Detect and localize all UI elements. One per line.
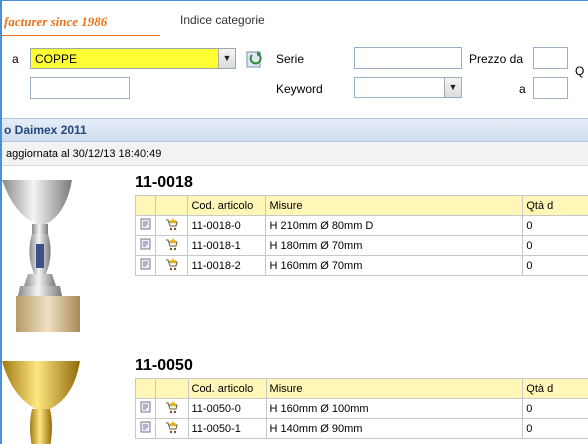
col-code: Cod. articolo [187, 378, 267, 399]
silver-trophy-image [2, 180, 80, 332]
document-icon[interactable] [134, 255, 157, 276]
variant-code: 11-0018-1 [187, 235, 267, 256]
catalog-section-bar: o Daimex 2011 [2, 118, 588, 142]
document-icon[interactable] [134, 418, 157, 439]
product-variants-table: Cod. articolo Misure Qtà d 11-0018-0 H 2… [134, 195, 588, 276]
col-measures: Misure [265, 378, 524, 399]
code-input[interactable] [30, 77, 130, 99]
col-qty: Qtà d [522, 378, 588, 399]
variant-measures: H 210mm Ø 80mm D [265, 215, 524, 236]
variant-code: 11-0050-0 [187, 398, 267, 419]
category-index-link[interactable]: Indice categorie [180, 13, 265, 27]
category-label: a [12, 52, 19, 66]
chevron-down-icon[interactable]: ▼ [218, 49, 235, 68]
variant-code: 11-0018-0 [187, 215, 267, 236]
cart-add-icon[interactable] [155, 235, 189, 256]
app-frame: facturer since 1986 Indice categorie a C… [0, 0, 588, 444]
chevron-down-icon[interactable]: ▼ [444, 78, 461, 97]
price-to-input[interactable] [533, 77, 568, 99]
col-code: Cod. articolo [187, 195, 267, 216]
col-measures: Misure [265, 195, 524, 216]
catalog-section-title: o Daimex 2011 [4, 123, 87, 137]
variant-qty: 0 [522, 215, 588, 236]
variant-measures: H 140mm Ø 90mm [265, 418, 524, 439]
serie-input[interactable] [354, 47, 462, 69]
table-row: 11-0050-1 H 140mm Ø 90mm 0 [134, 418, 588, 439]
category-select-value: COPPE [35, 52, 78, 66]
refresh-icon[interactable] [245, 49, 265, 69]
variant-qty: 0 [522, 255, 588, 276]
last-update-text: aggiornata al 30/12/13 18:40:49 [2, 142, 588, 166]
variant-measures: H 160mm Ø 70mm [265, 255, 524, 276]
variant-measures: H 180mm Ø 70mm [265, 235, 524, 256]
col-qty: Qtà d [522, 195, 588, 216]
variant-code: 11-0050-1 [187, 418, 267, 439]
product-variants-table: Cod. articolo Misure Qtà d 11-0050-0 H 1… [134, 378, 588, 439]
qty-label: Q [575, 64, 585, 78]
table-header-row: Cod. articolo Misure Qtà d [134, 195, 588, 216]
document-icon[interactable] [134, 235, 157, 256]
variant-qty: 0 [522, 418, 588, 439]
price-to-label: a [519, 82, 526, 96]
keyword-label: Keyword [276, 82, 323, 96]
category-select[interactable]: COPPE ▼ [30, 48, 236, 69]
cart-add-icon[interactable] [155, 418, 189, 439]
gold-trophy-image [2, 361, 80, 444]
price-from-input[interactable] [533, 47, 568, 69]
cart-add-icon[interactable] [155, 255, 189, 276]
product-title: 11-0050 [135, 357, 193, 374]
cart-add-icon[interactable] [155, 215, 189, 236]
table-row: 11-0018-0 H 210mm Ø 80mm D 0 [134, 215, 588, 236]
table-row: 11-0018-2 H 160mm Ø 70mm 0 [134, 255, 588, 276]
table-row: 11-0018-1 H 180mm Ø 70mm 0 [134, 235, 588, 256]
document-icon[interactable] [134, 215, 157, 236]
product-title: 11-0018 [135, 174, 193, 191]
price-from-label: Prezzo da [469, 52, 524, 66]
variant-measures: H 160mm Ø 100mm [265, 398, 524, 419]
keyword-select[interactable]: ▼ [354, 77, 462, 98]
serie-label: Serie [276, 52, 305, 66]
table-row: 11-0050-0 H 160mm Ø 100mm 0 [134, 398, 588, 419]
variant-code: 11-0018-2 [187, 255, 267, 276]
variant-qty: 0 [522, 235, 588, 256]
cart-add-icon[interactable] [155, 398, 189, 419]
document-icon[interactable] [134, 398, 157, 419]
brand-tagline: facturer since 1986 [2, 14, 160, 36]
table-header-row: Cod. articolo Misure Qtà d [134, 378, 588, 399]
variant-qty: 0 [522, 398, 588, 419]
